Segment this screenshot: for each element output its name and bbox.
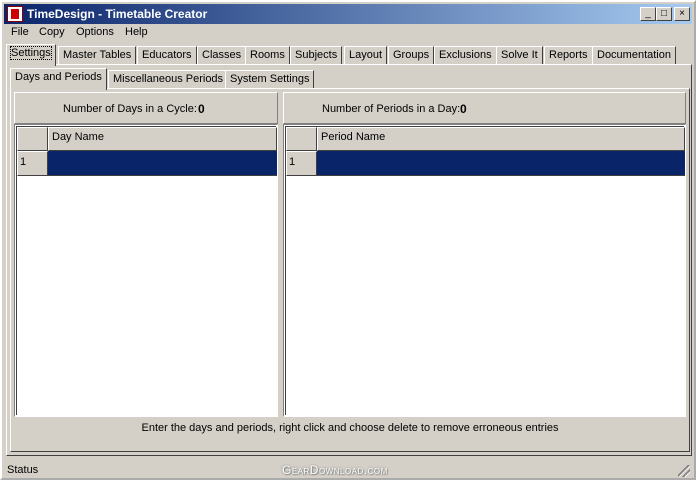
tab-layout[interactable]: Layout — [344, 46, 388, 64]
title-bar[interactable]: TimeDesign - Timetable Creator _ □ × — [4, 4, 692, 24]
tab-label: Educators — [142, 49, 192, 61]
resize-grip-icon[interactable] — [678, 465, 690, 477]
app-icon[interactable] — [7, 6, 23, 22]
periods-grid-body: Period Name 1 — [285, 126, 685, 415]
tab-educators[interactable]: Educators — [137, 46, 197, 64]
tab-exclusions[interactable]: Exclusions — [434, 46, 497, 64]
tab-rooms[interactable]: Rooms — [245, 46, 290, 64]
tab-label: Settings — [10, 46, 52, 60]
tab-label: Exclusions — [439, 49, 492, 61]
tab-settings[interactable]: Settings — [6, 44, 56, 66]
days-count-header: Number of Days in a Cycle: 0 — [14, 92, 278, 124]
days-count-value: 0 — [198, 102, 205, 116]
tab-label: Groups — [393, 49, 430, 61]
tab-label: Subjects — [295, 49, 338, 61]
periods-grid[interactable]: Period Name 1 — [283, 124, 686, 417]
period-row-index[interactable]: 1 — [286, 151, 317, 176]
app-window: TimeDesign - Timetable Creator _ □ × Fil… — [0, 0, 696, 480]
period-name-cell[interactable] — [317, 151, 685, 176]
day-name-column-header[interactable]: Day Name — [48, 127, 277, 151]
subtab-miscellaneous-periods[interactable]: Miscellaneous Periods — [108, 70, 229, 88]
tab-label: Classes — [202, 49, 242, 61]
tab-label: Rooms — [250, 49, 285, 61]
watermark: GearDownload.com — [282, 463, 388, 477]
window-title: TimeDesign - Timetable Creator — [27, 7, 208, 21]
instructions-text: Enter the days and periods, right click … — [141, 422, 559, 434]
tab-documentation[interactable]: Documentation — [592, 46, 676, 64]
day-row-index[interactable]: 1 — [17, 151, 48, 176]
status-text: Status — [7, 464, 39, 476]
subtab-system-settings[interactable]: System Settings — [225, 70, 315, 88]
tab-reports[interactable]: Reports — [544, 46, 593, 64]
menu-file[interactable]: File — [11, 26, 29, 38]
day-name-cell[interactable] — [48, 151, 277, 176]
maximize-button[interactable]: □ — [656, 7, 672, 21]
days-grid-body: Day Name 1 — [16, 126, 277, 415]
minimize-button[interactable]: _ — [640, 7, 656, 21]
status-bar: Status GearDownload.com — [4, 461, 692, 479]
days-corner-cell — [17, 127, 48, 151]
periods-count-header: Number of Periods in a Day: 0 — [283, 92, 686, 124]
tab-label: Documentation — [597, 49, 671, 61]
close-button[interactable]: × — [674, 7, 690, 21]
menu-help[interactable]: Help — [125, 26, 148, 38]
tab-label: Layout — [349, 49, 383, 61]
period-name-column-header[interactable]: Period Name — [317, 127, 685, 151]
subtab-days-and-periods[interactable]: Days and Periods — [10, 68, 107, 90]
tab-master-tables[interactable]: Master Tables — [58, 46, 137, 64]
periods-corner-cell — [286, 127, 317, 151]
tab-groups[interactable]: Groups — [388, 46, 435, 64]
tab-subjects[interactable]: Subjects — [290, 46, 343, 64]
tab-label: Solve It — [501, 49, 538, 61]
periods-count-value: 0 — [460, 102, 467, 116]
menu-copy[interactable]: Copy — [39, 26, 65, 38]
menu-options[interactable]: Options — [76, 26, 114, 38]
tab-classes[interactable]: Classes — [197, 46, 247, 64]
tab-solve-it[interactable]: Solve It — [496, 46, 543, 64]
menu-bar: File Copy Options Help — [4, 24, 692, 42]
tab-label: Reports — [549, 49, 588, 61]
periods-count-label: Number of Periods in a Day: — [322, 103, 461, 115]
days-count-label: Number of Days in a Cycle: — [63, 103, 197, 115]
tab-label: Master Tables — [63, 49, 132, 61]
days-grid[interactable]: Day Name 1 — [14, 124, 278, 417]
